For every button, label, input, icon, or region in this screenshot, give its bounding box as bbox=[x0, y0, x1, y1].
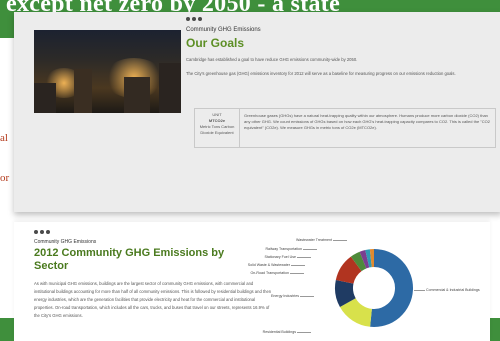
donut-leader-line bbox=[300, 296, 314, 297]
donut-label: Railway Transportation bbox=[265, 247, 302, 251]
donut-leader-line bbox=[303, 249, 317, 250]
section-dots-icon bbox=[186, 17, 202, 21]
sector-eyebrow: Community GHG Emissions bbox=[34, 239, 97, 245]
unit-cell: UNIT MTCO2e Metric Tons Carbon Dioxide E… bbox=[195, 109, 240, 147]
sector-card: Community GHG Emissions 2012 Community G… bbox=[14, 222, 490, 341]
city-night-photo bbox=[34, 30, 181, 113]
sector-paragraph: As with municipal GHG emissions, buildin… bbox=[34, 281, 272, 318]
donut-label: Stationary Fuel Use bbox=[264, 255, 296, 259]
donut-label: Residential Buildings bbox=[262, 330, 296, 334]
donut-label: On-Road Transportation bbox=[250, 271, 289, 275]
donut-slice-on-road-transportation bbox=[335, 256, 363, 285]
background-side-text: al or bbox=[0, 132, 10, 184]
unit-definition-table: UNIT MTCO2e Metric Tons Carbon Dioxide E… bbox=[194, 108, 496, 148]
unit-definition-text: Greenhouse gases (GHGs) have a natural h… bbox=[244, 113, 490, 130]
donut-svg bbox=[335, 249, 413, 327]
goals-card: Community GHG Emissions Our Goals Cambri… bbox=[14, 12, 500, 212]
donut-slice-solid-waste-wastewater bbox=[350, 251, 367, 272]
donut-slice-commercial-industrial-buildings bbox=[370, 249, 413, 327]
goals-paragraph-1: Cambridge has established a goal to have… bbox=[186, 57, 358, 62]
goals-eyebrow: Community GHG Emissions bbox=[186, 27, 261, 33]
donut-leader-line bbox=[297, 332, 311, 333]
donut-label: Solid Waste & Wastewater bbox=[247, 263, 290, 267]
donut-slice-energy-industries bbox=[335, 279, 356, 307]
donut-leader-line bbox=[414, 290, 425, 291]
donut-leader-line bbox=[291, 265, 305, 266]
donut-leader-line bbox=[290, 273, 304, 274]
section-dots-icon bbox=[34, 230, 50, 234]
donut-slice-residential-buildings bbox=[339, 297, 373, 327]
donut-slice-stationary-fuel-use bbox=[359, 249, 370, 269]
donut-slice-railway-transportation bbox=[365, 249, 372, 268]
donut-label: Commercial & Industrial Buildings bbox=[426, 288, 480, 292]
donut-label: Wastewater Treatment bbox=[295, 238, 332, 242]
donut-leader-line bbox=[333, 240, 347, 241]
goals-title: Our Goals bbox=[186, 36, 245, 50]
donut-label: Energy Industries bbox=[271, 294, 299, 298]
sector-donut-chart bbox=[334, 248, 414, 328]
sector-title: 2012 Community GHG Emissions by Sector bbox=[34, 247, 225, 272]
goals-paragraph-2: The City's greenhouse gas (GHG) emission… bbox=[186, 71, 456, 76]
donut-leader-line bbox=[297, 257, 311, 258]
